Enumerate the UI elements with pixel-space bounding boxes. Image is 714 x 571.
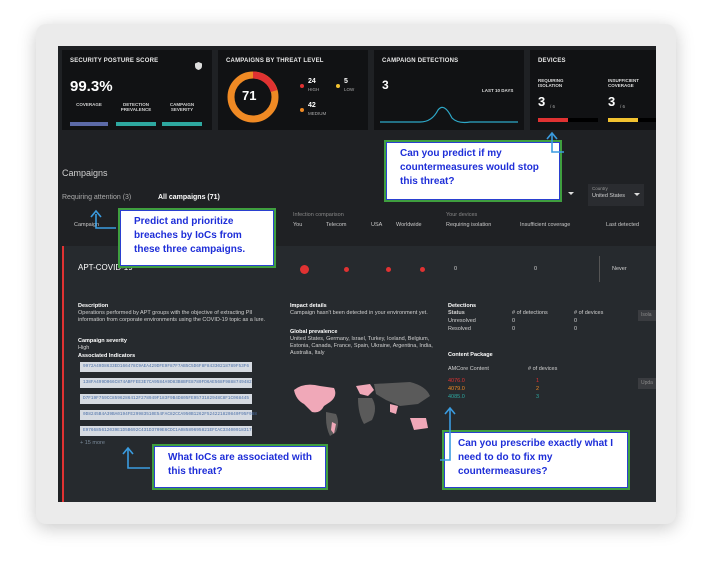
annotation-arrows bbox=[90, 131, 564, 469]
dashboard-screen: SECURITY POSTURE SCORE 99.3% COVERAGE DE… bbox=[58, 46, 656, 502]
arrow-prescribe bbox=[440, 408, 451, 461]
arrow-prioritize bbox=[95, 214, 116, 229]
arrow-predict bbox=[551, 134, 564, 153]
